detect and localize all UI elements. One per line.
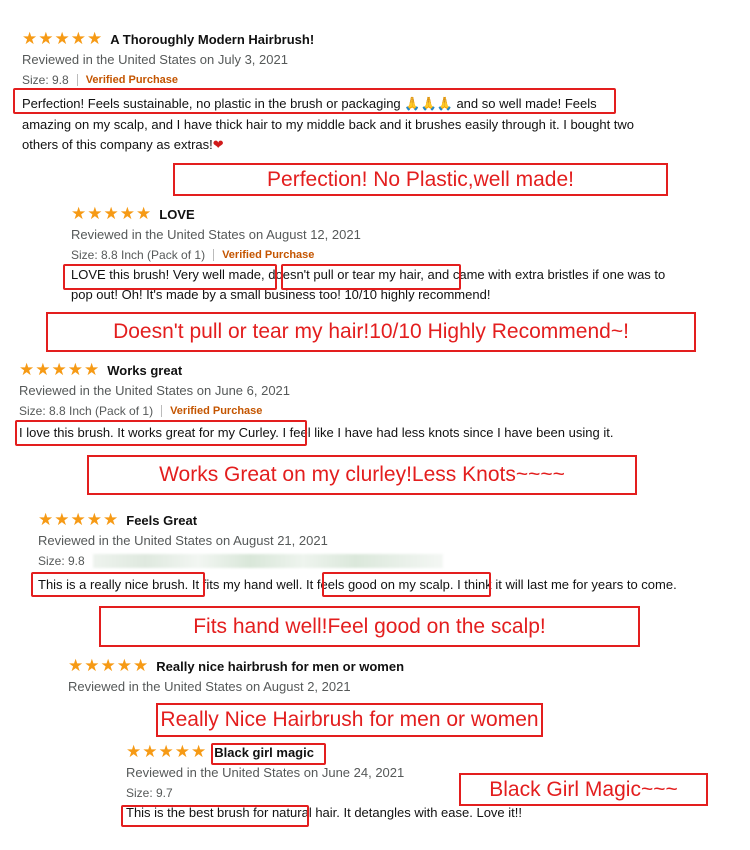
review-title[interactable]: Really nice hairbrush for men or women <box>156 659 404 674</box>
star-icon: ★ <box>54 29 70 49</box>
review-title-line: ★ ★ ★ ★ ★ A Thoroughly Modern Hairbrush! <box>22 30 634 48</box>
star-rating: ★ ★ ★ ★ ★ <box>68 657 148 675</box>
highlight-box <box>63 264 277 290</box>
divider <box>76 74 78 86</box>
star-icon: ★ <box>68 656 84 676</box>
star-icon: ★ <box>38 29 54 49</box>
highlight-box <box>121 805 309 827</box>
star-icon: ★ <box>70 510 86 530</box>
review-text: amazing on my scalp, and I have thick ha… <box>22 117 635 132</box>
annotation-note: Perfection! No Plastic,well made! <box>173 163 668 196</box>
highlight-box <box>211 743 326 765</box>
highlight-box <box>15 420 307 446</box>
star-icon: ★ <box>174 742 190 762</box>
review-size-line: Size: 8.8 Inch (Pack of 1) Verified Purc… <box>19 403 613 419</box>
star-icon: ★ <box>191 742 207 762</box>
star-icon: ★ <box>70 29 86 49</box>
review-size-line: Size: 9.8 Verified Purchase <box>22 72 634 88</box>
review-title[interactable]: Feels Great <box>126 513 197 528</box>
review-size-line: Size: 8.8 Inch (Pack of 1) Verified Purc… <box>71 247 665 263</box>
star-rating: ★ ★ ★ ★ ★ <box>38 511 118 529</box>
review-date: Reviewed in the United States on June 6,… <box>19 383 291 398</box>
divider <box>213 249 215 261</box>
star-icon: ★ <box>136 204 152 224</box>
star-icon: ★ <box>133 656 149 676</box>
star-icon: ★ <box>116 656 132 676</box>
highlight-box <box>281 264 461 290</box>
annotation-note: Black Girl Magic~~~ <box>459 773 708 806</box>
star-icon: ★ <box>103 204 119 224</box>
star-icon: ★ <box>54 510 70 530</box>
review-title-line: ★ ★ ★ ★ ★ LOVE <box>71 205 665 223</box>
review-title-line: ★ ★ ★ ★ ★ Feels Great <box>38 511 677 529</box>
heart-icon: ❤ <box>212 138 224 153</box>
star-icon: ★ <box>87 204 103 224</box>
star-icon: ★ <box>84 656 100 676</box>
review-title-line: ★ ★ ★ ★ ★ Works great <box>19 361 613 379</box>
review-date: Reviewed in the United States on July 3,… <box>22 52 288 67</box>
review-5: ★ ★ ★ ★ ★ Really nice hairbrush for men or w… <box>68 657 404 695</box>
highlight-box <box>13 88 616 114</box>
annotation-note: Really Nice Hairbrush for men or women <box>156 703 543 737</box>
star-icon: ★ <box>71 204 87 224</box>
annotation-note: Works Great on my clurley!Less Knots~~~~ <box>87 455 637 495</box>
star-rating: ★ ★ ★ ★ ★ <box>19 361 99 379</box>
highlight-box <box>322 572 491 597</box>
star-rating: ★ ★ ★ ★ ★ <box>126 743 206 761</box>
highlight-box <box>31 572 205 597</box>
annotation-note: Doesn't pull or tear my hair!10/10 Highl… <box>46 312 696 352</box>
review-date: Reviewed in the United States on August … <box>38 533 328 548</box>
verified-purchase-badge: Verified Purchase <box>170 405 263 417</box>
star-icon: ★ <box>51 360 67 380</box>
star-icon: ★ <box>142 742 158 762</box>
star-icon: ★ <box>86 510 102 530</box>
review-2: ★ ★ ★ ★ ★ LOVE Reviewed in the United States… <box>71 205 665 305</box>
star-icon: ★ <box>84 360 100 380</box>
verified-purchase-badge: Verified Purchase <box>222 249 315 261</box>
review-title[interactable]: Works great <box>107 363 182 378</box>
star-icon: ★ <box>35 360 51 380</box>
star-icon: ★ <box>19 360 35 380</box>
review-title-line: ★ ★ ★ ★ ★ Really nice hairbrush for men or w… <box>68 657 404 675</box>
review-size[interactable]: Size: 8.8 Inch (Pack of 1) <box>71 248 205 262</box>
review-size[interactable]: Size: 8.8 Inch (Pack of 1) <box>19 404 153 418</box>
star-icon: ★ <box>158 742 174 762</box>
annotation-note: Fits hand well!Feel good on the scalp! <box>99 606 640 647</box>
star-rating: ★ ★ ★ ★ ★ <box>22 30 102 48</box>
star-icon: ★ <box>100 656 116 676</box>
star-icon: ★ <box>103 510 119 530</box>
star-icon: ★ <box>22 29 38 49</box>
blurred-region <box>92 554 443 568</box>
review-date: Reviewed in the United States on August … <box>68 679 351 694</box>
review-title[interactable]: A Thoroughly Modern Hairbrush! <box>110 32 314 47</box>
divider <box>161 405 163 417</box>
review-size[interactable]: Size: 9.7 <box>126 786 173 800</box>
star-icon: ★ <box>87 29 103 49</box>
star-icon: ★ <box>119 204 135 224</box>
review-title[interactable]: LOVE <box>159 207 194 222</box>
star-icon: ★ <box>38 510 54 530</box>
review-size[interactable]: Size: 9.8 <box>38 554 85 568</box>
review-size[interactable]: Size: 9.8 <box>22 73 69 87</box>
review-date: Reviewed in the United States on August … <box>71 227 361 242</box>
star-icon: ★ <box>67 360 83 380</box>
star-icon: ★ <box>126 742 142 762</box>
review-size-line: Size: 9.8 <box>38 553 677 569</box>
verified-purchase-badge: Verified Purchase <box>85 74 179 86</box>
review-text: others of this company as extras! <box>22 137 213 152</box>
star-rating: ★ ★ ★ ★ ★ <box>71 205 151 223</box>
